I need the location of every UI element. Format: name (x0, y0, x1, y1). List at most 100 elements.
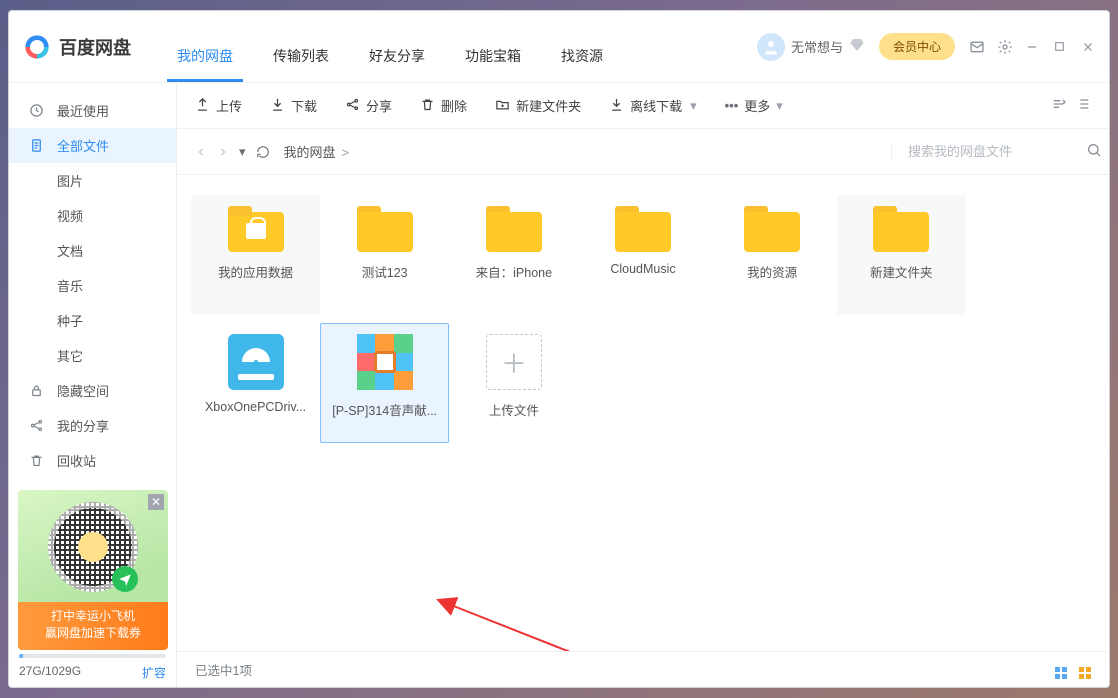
user-area[interactable]: 无常想与 (757, 33, 865, 61)
diamond-icon (849, 37, 865, 56)
sidebar-list: 最近使用 全部文件 图片 视频 文档 音乐 种子 其它 隐藏空间 我的 (9, 83, 176, 478)
offline-download-icon (609, 97, 624, 115)
sidebar-item-label: 图片 (57, 171, 83, 190)
sidebar-item-label: 视频 (57, 206, 83, 225)
promo-line1: 打中幸运小飞机 (20, 608, 166, 625)
nav-forward-button[interactable] (217, 146, 229, 158)
sidebar-item-hidden-space[interactable]: 隐藏空间 (9, 373, 176, 408)
vip-center-button[interactable]: 会员中心 (879, 33, 955, 60)
download-label: 下载 (291, 96, 317, 115)
file-item[interactable]: 新建文件夹 (837, 195, 966, 315)
search-box (891, 142, 1091, 161)
share-label: 分享 (366, 96, 392, 115)
close-button[interactable] (1081, 39, 1097, 55)
window-icons (969, 39, 1097, 55)
folder-app-icon (228, 206, 284, 252)
file-label: 我的应用数据 (201, 262, 311, 281)
file-item[interactable]: 测试123 (320, 195, 449, 315)
file-label: 我的资源 (717, 262, 827, 281)
sort-icon[interactable] (1051, 96, 1067, 115)
file-item-selected[interactable]: [P-SP]314音声献... (320, 323, 449, 443)
sidebar-item-label: 全部文件 (57, 136, 109, 155)
promo-qr-badge-icon (112, 566, 138, 592)
tab-my-netdisk[interactable]: 我的网盘 (157, 46, 253, 82)
more-icon: ••• (725, 98, 739, 113)
avatar (757, 33, 785, 61)
new-folder-icon (495, 97, 510, 115)
sidebar-item-music[interactable]: 音乐 (9, 268, 176, 303)
file-label: 新建文件夹 (846, 262, 956, 281)
storage-bar: 27G/1029G 扩容 (9, 654, 176, 687)
mail-icon[interactable] (969, 39, 985, 55)
share-button[interactable]: 分享 (345, 96, 392, 115)
file-label: [P-SP]314音声献... (330, 400, 440, 419)
sidebar-item-all-files[interactable]: 全部文件 (9, 128, 176, 163)
nav-back-button[interactable] (195, 146, 207, 158)
breadcrumb-bar: ▾ 我的网盘> (177, 129, 1109, 175)
chevron-down-icon: ▾ (776, 98, 783, 114)
sidebar-item-my-shares[interactable]: 我的分享 (9, 408, 176, 443)
folder-icon (486, 206, 542, 252)
sidebar-item-images[interactable]: 图片 (9, 163, 176, 198)
settings-icon[interactable] (997, 39, 1013, 55)
promo-banner[interactable]: ✕ 打中幸运小飞机 赢网盘加速下载券 (18, 490, 168, 650)
file-item[interactable]: 我的资源 (708, 195, 837, 315)
maximize-button[interactable] (1053, 39, 1069, 55)
promo-close-button[interactable]: ✕ (148, 494, 164, 510)
file-label: 来自：iPhone (459, 262, 569, 281)
archive-icon (357, 334, 413, 390)
tab-find-resources[interactable]: 找资源 (541, 46, 623, 82)
top-right-controls: 无常想与 会员中心 (757, 33, 1109, 61)
promo-line2: 赢网盘加速下载券 (20, 625, 166, 642)
list-view-icon[interactable] (1075, 96, 1091, 115)
delete-button[interactable]: 删除 (420, 96, 467, 115)
breadcrumb-root[interactable]: 我的网盘> (284, 142, 350, 161)
tab-features[interactable]: 功能宝箱 (445, 46, 541, 82)
sidebar-item-trash[interactable]: 回收站 (9, 443, 176, 478)
topbar: 百度网盘 我的网盘 传输列表 好友分享 功能宝箱 找资源 无常想与 会员中心 (9, 11, 1109, 83)
upload-file-tile[interactable]: ＋ 上传文件 (449, 323, 578, 443)
refresh-button[interactable] (256, 145, 270, 159)
sidebar-item-recent[interactable]: 最近使用 (9, 93, 176, 128)
upload-icon (195, 97, 210, 115)
sidebar-item-other[interactable]: 其它 (9, 338, 176, 373)
sidebar-item-torrent[interactable]: 种子 (9, 303, 176, 338)
tab-friend-share[interactable]: 好友分享 (349, 46, 445, 82)
file-item[interactable]: CloudMusic (578, 195, 707, 315)
document-icon (27, 138, 45, 153)
right-pane: 上传 下载 分享 删除 新建文件夹 (177, 83, 1109, 687)
clock-icon (27, 103, 45, 118)
storage-usage: 27G/1029G (19, 664, 81, 681)
file-item[interactable]: 来自：iPhone (449, 195, 578, 315)
download-icon (270, 97, 285, 115)
file-item[interactable]: 我的应用数据 (191, 195, 320, 315)
sidebar-item-label: 回收站 (57, 451, 96, 470)
folder-icon (744, 206, 800, 252)
sidebar-item-docs[interactable]: 文档 (9, 233, 176, 268)
app-window: 百度网盘 我的网盘 传输列表 好友分享 功能宝箱 找资源 无常想与 会员中心 (8, 10, 1110, 688)
disk-icon (228, 334, 284, 390)
files-area[interactable]: 我的应用数据 测试123 来自：iPhone CloudMusic (177, 175, 1109, 651)
upload-button[interactable]: 上传 (195, 96, 242, 115)
new-folder-button[interactable]: 新建文件夹 (495, 96, 581, 115)
search-input[interactable] (906, 143, 1086, 160)
sidebar-item-videos[interactable]: 视频 (9, 198, 176, 233)
sidebar-item-label: 种子 (57, 311, 83, 330)
download-button[interactable]: 下载 (270, 96, 317, 115)
tab-transfers[interactable]: 传输列表 (253, 46, 349, 82)
upload-plus-icon: ＋ (486, 334, 542, 390)
share-icon (345, 97, 360, 115)
view-mode-grid-icon[interactable] (1055, 661, 1067, 679)
file-item[interactable]: XboxOnePCDriv... (191, 323, 320, 443)
search-icon[interactable] (1086, 142, 1102, 161)
share-icon (27, 418, 45, 433)
offline-download-button[interactable]: 离线下载 ▾ (609, 96, 697, 115)
nav-history-dropdown[interactable]: ▾ (239, 144, 246, 160)
sidebar-item-label: 隐藏空间 (57, 381, 109, 400)
promo-text: 打中幸运小飞机 赢网盘加速下载券 (18, 602, 168, 650)
more-button[interactable]: ••• 更多 ▾ (725, 96, 783, 115)
view-mode-grid-alt-icon[interactable] (1079, 661, 1091, 679)
sidebar-item-label: 其它 (57, 346, 83, 365)
minimize-button[interactable] (1025, 39, 1041, 55)
storage-expand-link[interactable]: 扩容 (142, 664, 166, 681)
